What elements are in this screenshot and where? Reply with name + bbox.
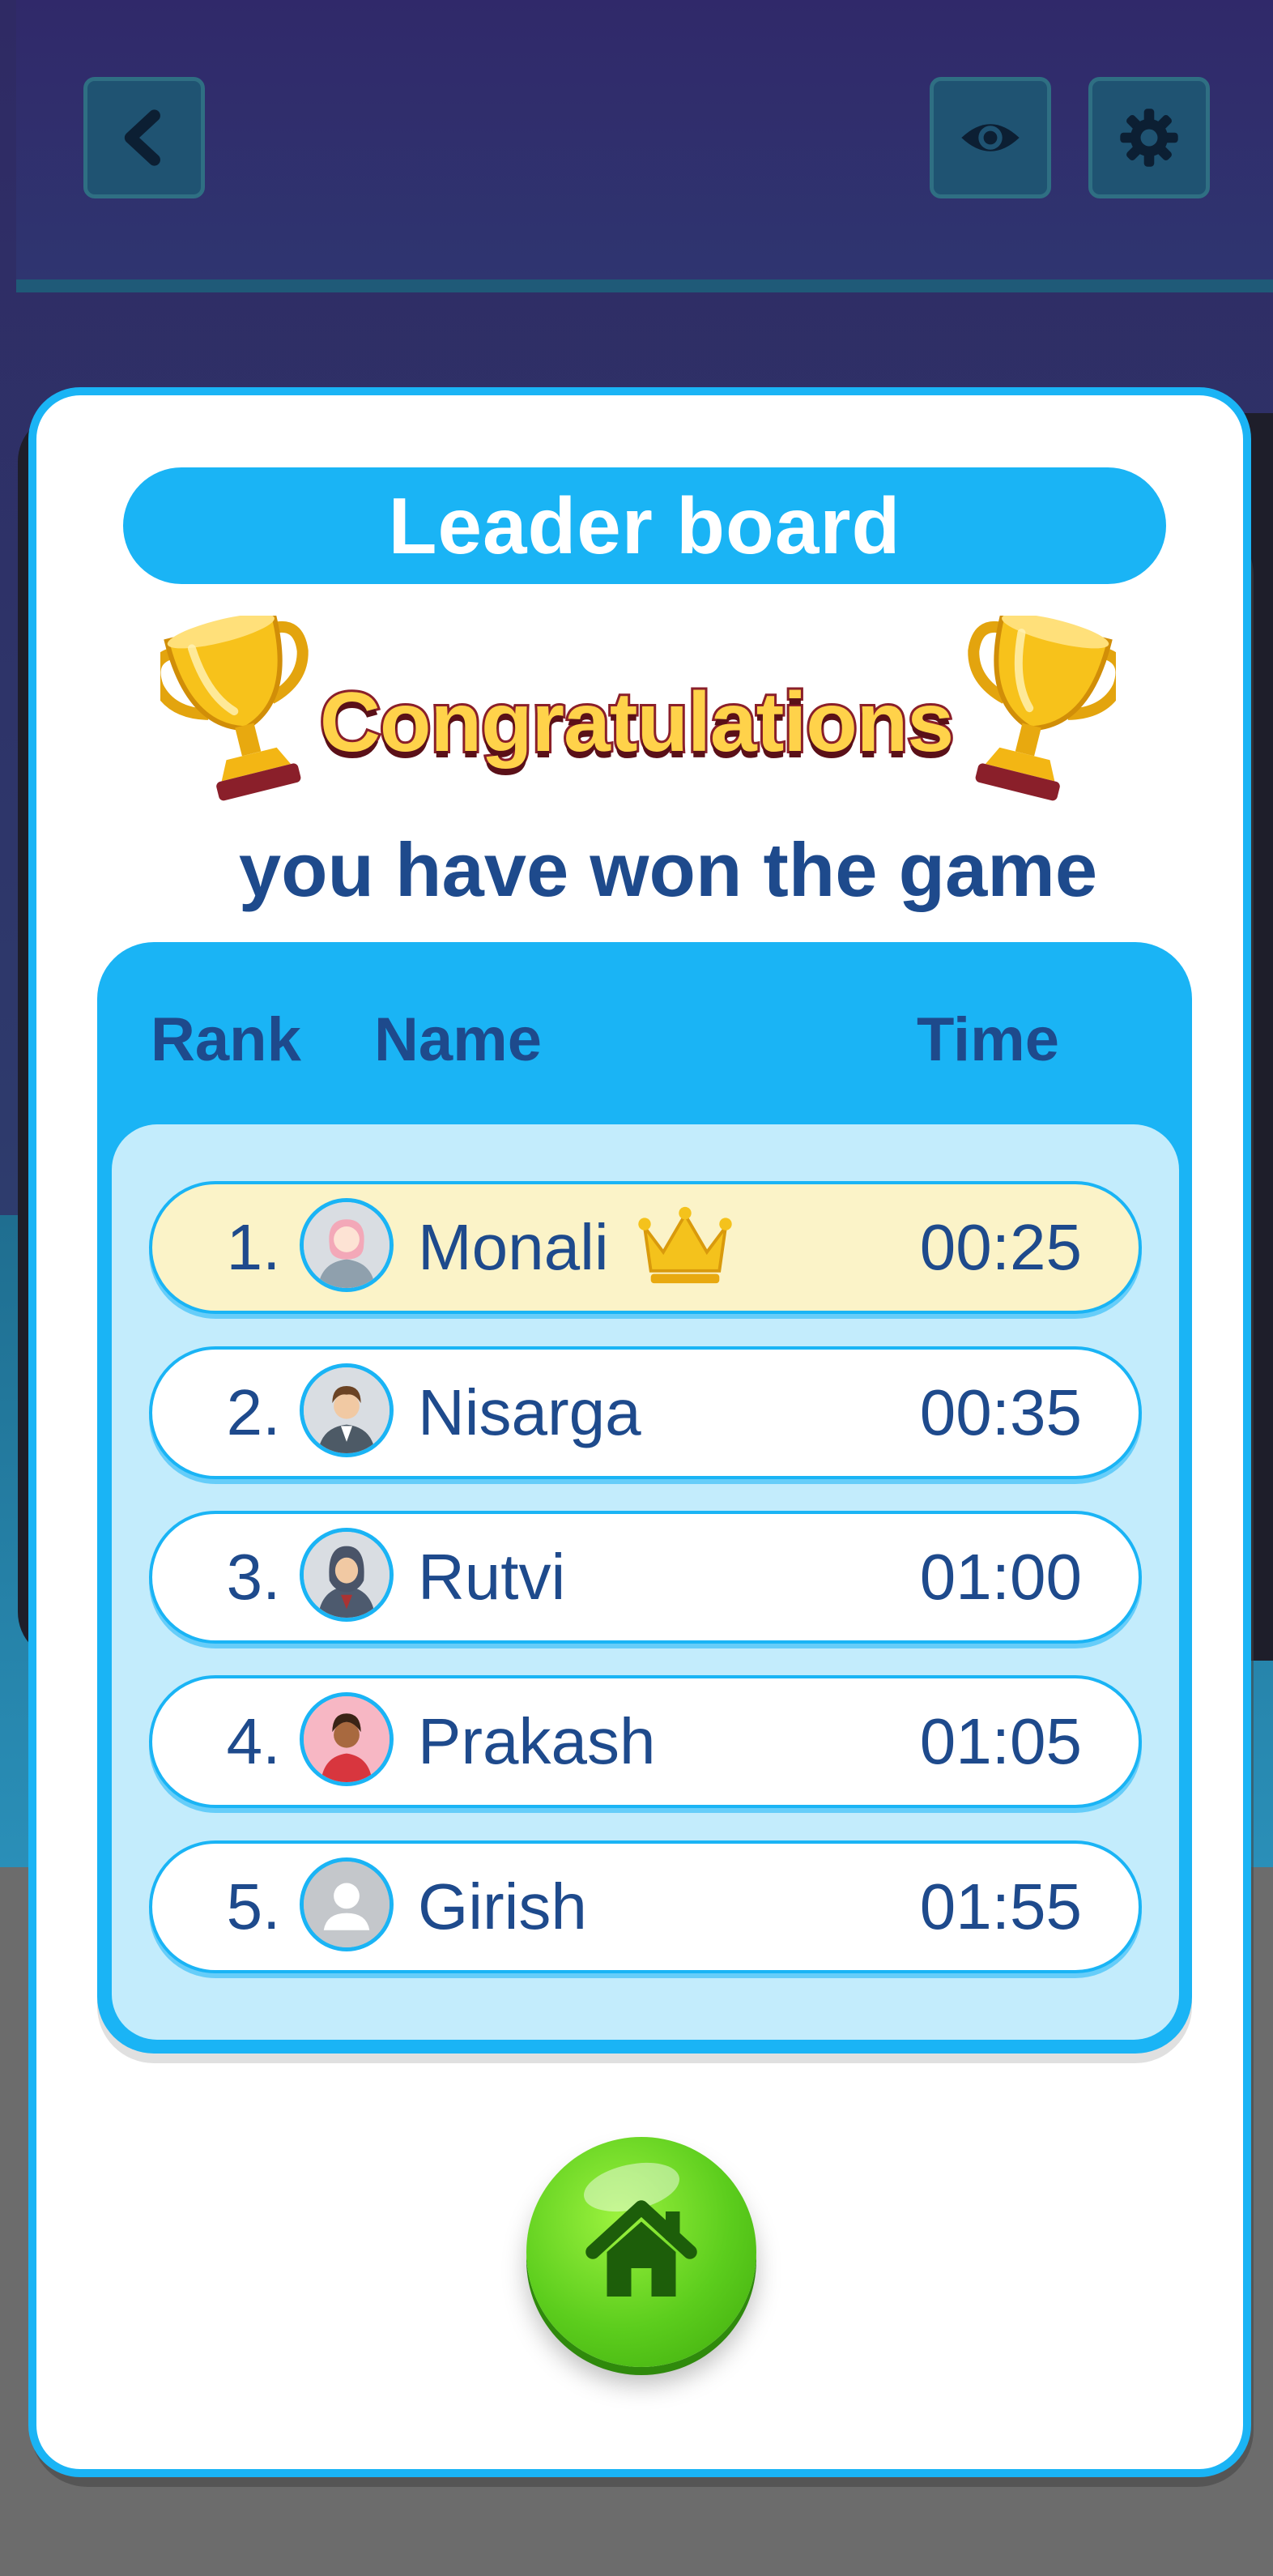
row-time: 00:35 [919, 1376, 1082, 1448]
row-rank: 1. [226, 1211, 281, 1283]
leaderboard-row: 5. Girish 01:55 [149, 1840, 1142, 1973]
row-time: 01:55 [919, 1870, 1082, 1943]
trophy-icon [160, 616, 309, 801]
default-user-icon [300, 1857, 394, 1951]
row-time: 01:00 [919, 1541, 1082, 1613]
leaderboard-row: 1. Monali 00:25 [149, 1181, 1142, 1314]
row-time: 01:05 [919, 1705, 1082, 1777]
settings-button[interactable] [1088, 77, 1210, 198]
back-icon [124, 109, 160, 166]
home-icon [585, 2200, 697, 2297]
leaderboard-title-pill: Leader board [123, 467, 1166, 584]
row-player-name: Prakash [418, 1705, 656, 1777]
row-rank: 2. [226, 1376, 281, 1448]
view-button[interactable] [930, 77, 1051, 198]
row-player-name: Monali [418, 1211, 609, 1283]
trophy-icon [968, 616, 1116, 801]
gear-icon [1120, 109, 1178, 167]
leaderboard-row: 3. Rutvi 01:00 [149, 1511, 1142, 1644]
businessman-avatar-icon [300, 1363, 394, 1457]
header-time: Time [917, 1005, 1060, 1074]
crown-icon [638, 1206, 732, 1284]
back-button[interactable] [83, 77, 205, 198]
leaderboard-title: Leader board [388, 480, 901, 570]
hijab-woman-avatar-icon [300, 1528, 394, 1622]
row-rank: 5. [226, 1870, 281, 1943]
eye-icon [961, 124, 1020, 151]
row-rank: 3. [226, 1541, 281, 1613]
woman-avatar-icon [300, 1198, 394, 1292]
row-time: 00:25 [919, 1211, 1082, 1283]
win-message: you have won the game [238, 827, 1098, 912]
row-rank: 4. [226, 1705, 281, 1777]
header-rank: Rank [151, 1005, 301, 1074]
congratulations-banner: Congratulations [317, 673, 956, 772]
row-player-name: Nisarga [418, 1376, 641, 1448]
row-player-name: Girish [418, 1870, 587, 1943]
header-name: Name [374, 1005, 542, 1074]
leaderboard-row: 4. Prakash 01:05 [149, 1675, 1142, 1808]
home-button[interactable] [526, 2137, 756, 2367]
man-avatar-icon [300, 1692, 394, 1786]
leaderboard-row: 2. Nisarga 00:35 [149, 1346, 1142, 1479]
row-player-name: Rutvi [418, 1541, 566, 1613]
